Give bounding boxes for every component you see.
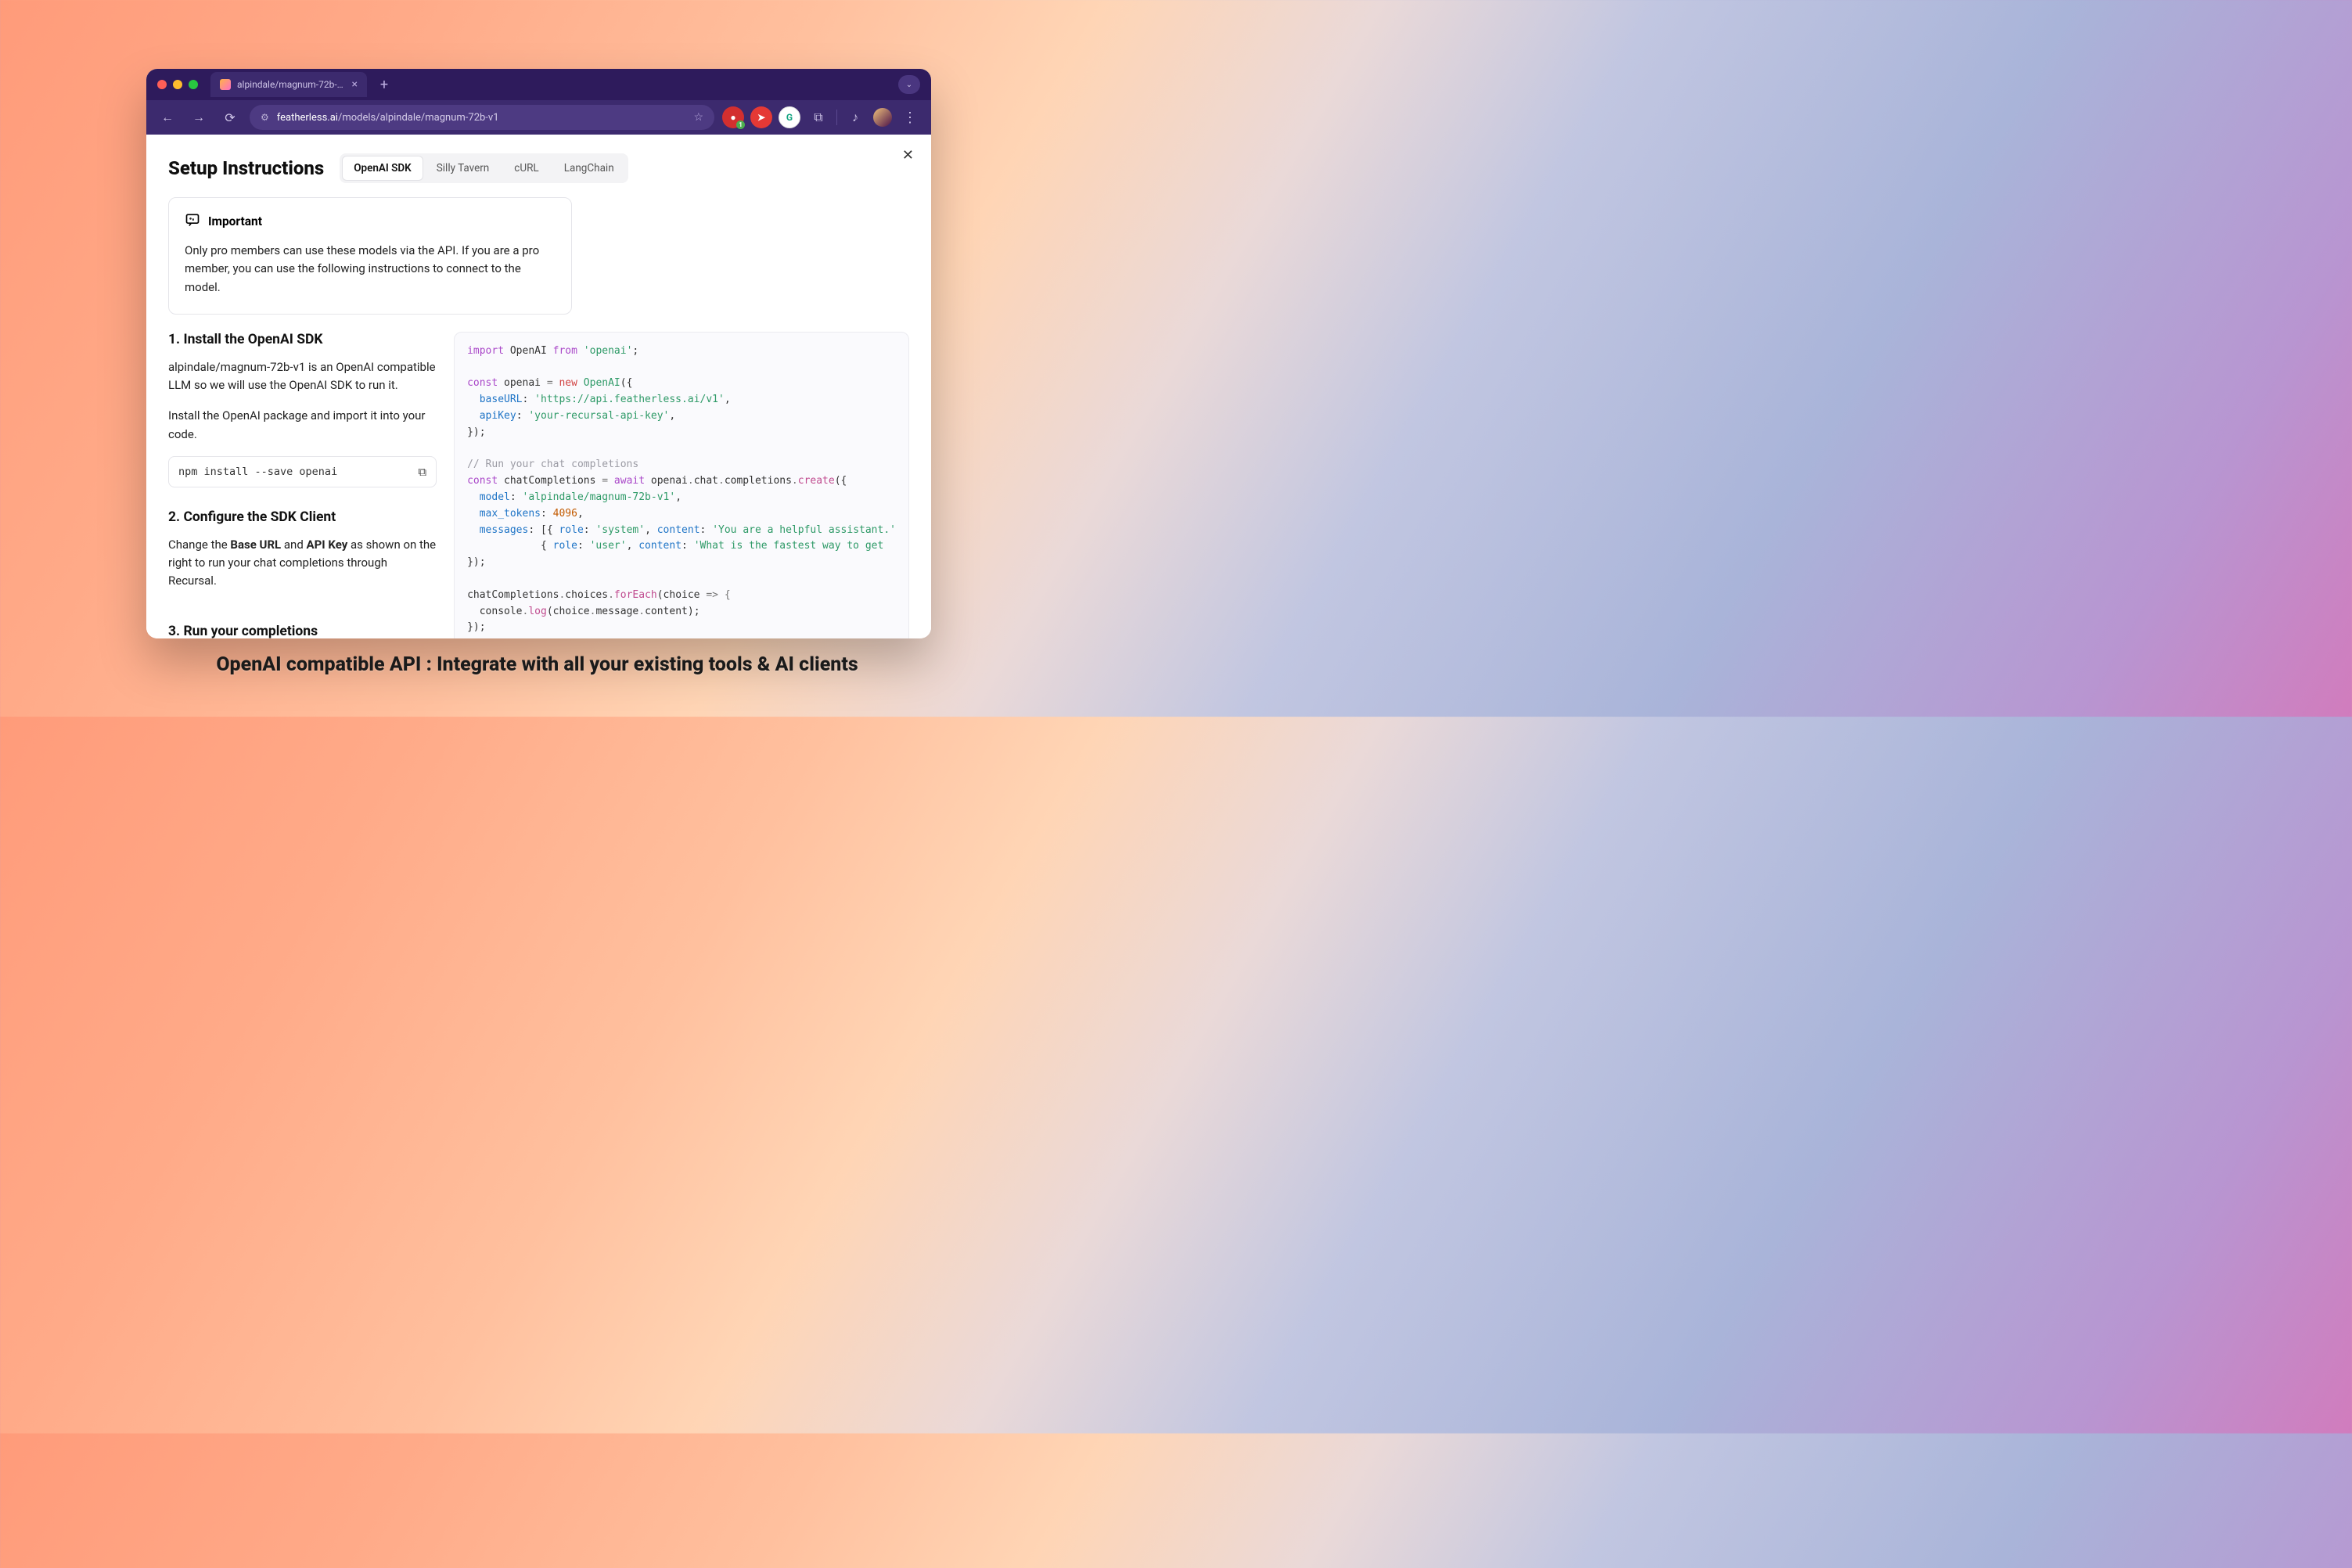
main-columns: 1. Install the OpenAI SDK alpindale/magn… xyxy=(168,332,909,638)
tab-overflow-button[interactable]: ⌄ xyxy=(898,75,920,94)
title-bar: alpindale/magnum-72b-v1 | F × + ⌄ xyxy=(146,69,931,100)
important-text: Only pro members can use these models vi… xyxy=(185,242,556,297)
header-row: Setup Instructions OpenAI SDK Silly Tave… xyxy=(168,153,909,183)
extension-1-icon[interactable]: ● xyxy=(722,106,744,128)
browser-window: alpindale/magnum-72b-v1 | F × + ⌄ ← → ⟳ … xyxy=(146,69,931,638)
extensions-button[interactable]: ⧉ xyxy=(807,106,830,129)
close-panel-button[interactable]: ✕ xyxy=(902,147,914,164)
install-command-text: npm install --save openai xyxy=(178,466,337,478)
bookmark-icon[interactable]: ☆ xyxy=(693,111,703,124)
copy-command-icon[interactable]: ⧉ xyxy=(418,465,426,479)
install-command-box: npm install --save openai ⧉ xyxy=(168,456,437,487)
favicon-icon xyxy=(220,79,231,90)
step2-heading: 2. Configure the SDK Client xyxy=(168,509,437,525)
important-callout: Important Only pro members can use these… xyxy=(168,197,572,315)
tab-title: alpindale/magnum-72b-v1 | F xyxy=(237,79,346,90)
important-header: Important xyxy=(185,212,556,231)
browser-chrome: alpindale/magnum-72b-v1 | F × + ⌄ ← → ⟳ … xyxy=(146,69,931,135)
step1-para2: Install the OpenAI package and import it… xyxy=(168,407,437,444)
reload-button[interactable]: ⟳ xyxy=(218,106,242,129)
maximize-window-button[interactable] xyxy=(189,80,198,89)
sdk-tabs: OpenAI SDK Silly Tavern cURL LangChain xyxy=(340,153,628,183)
step2-para: Change the Base URL and API Key as shown… xyxy=(168,536,437,591)
tab-langchain[interactable]: LangChain xyxy=(552,156,626,181)
close-window-button[interactable] xyxy=(157,80,167,89)
profile-avatar[interactable] xyxy=(873,108,892,127)
tab-curl[interactable]: cURL xyxy=(502,156,550,181)
code-column: import OpenAI from 'openai'; const opena… xyxy=(454,332,909,638)
media-control-icon[interactable]: ♪ xyxy=(843,106,867,129)
browser-toolbar: ← → ⟳ ⚙ featherless.ai/models/alpindale/… xyxy=(146,100,931,135)
page-content: ✕ Setup Instructions OpenAI SDK Silly Ta… xyxy=(146,135,931,638)
window-controls xyxy=(157,80,198,89)
extensions-group: ● ➤ G ⧉ ♪ ⋮ xyxy=(722,106,922,129)
site-settings-icon[interactable]: ⚙ xyxy=(261,112,269,123)
step3-heading: 3. Run your completions xyxy=(168,624,437,639)
browser-tab[interactable]: alpindale/magnum-72b-v1 | F × xyxy=(210,72,367,97)
new-tab-button[interactable]: + xyxy=(373,74,395,95)
important-label: Important xyxy=(208,214,262,228)
close-tab-icon[interactable]: × xyxy=(352,78,358,91)
important-icon xyxy=(185,212,200,231)
extension-grammarly-icon[interactable]: G xyxy=(779,106,800,128)
minimize-window-button[interactable] xyxy=(173,80,182,89)
extension-2-icon[interactable]: ➤ xyxy=(750,106,772,128)
forward-button[interactable]: → xyxy=(187,106,210,129)
marketing-caption: OpenAI compatible API : Integrate with a… xyxy=(0,653,1074,676)
address-bar[interactable]: ⚙ featherless.ai/models/alpindale/magnum… xyxy=(250,105,714,130)
step1-para1: alpindale/magnum-72b-v1 is an OpenAI com… xyxy=(168,358,437,395)
code-sample: import OpenAI from 'openai'; const opena… xyxy=(454,332,909,638)
tab-openai-sdk[interactable]: OpenAI SDK xyxy=(342,156,423,181)
divider xyxy=(836,110,837,125)
instructions-column: 1. Install the OpenAI SDK alpindale/magn… xyxy=(168,332,437,638)
page-title: Setup Instructions xyxy=(168,157,324,179)
back-button[interactable]: ← xyxy=(156,106,179,129)
step1-heading: 1. Install the OpenAI SDK xyxy=(168,332,437,347)
chrome-menu-button[interactable]: ⋮ xyxy=(898,106,922,129)
tab-silly-tavern[interactable]: Silly Tavern xyxy=(425,156,502,181)
url-text: featherless.ai/models/alpindale/magnum-7… xyxy=(277,112,686,124)
